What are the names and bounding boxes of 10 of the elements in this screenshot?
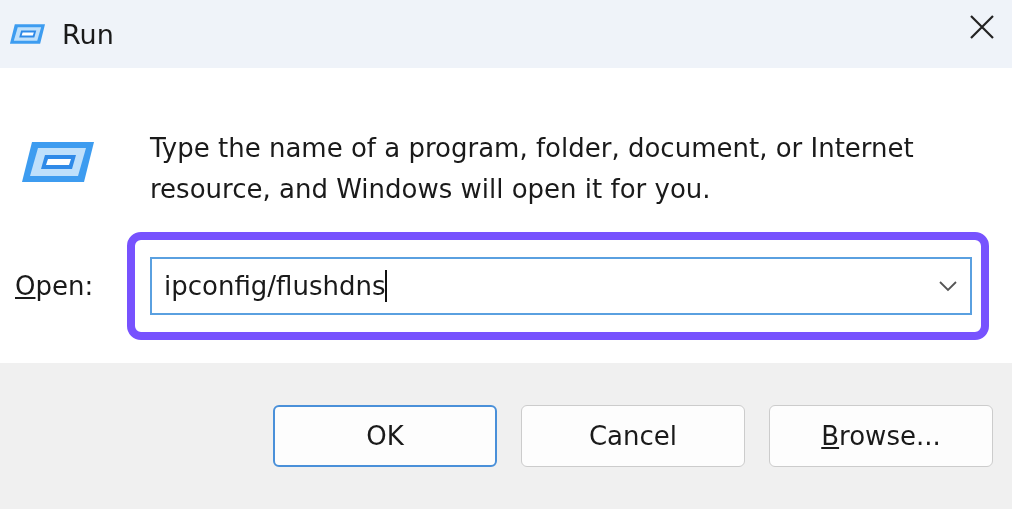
instruction-text: Type the name of a program, folder, document, or Internet resource, and Windows will open it for you. — [150, 132, 915, 206]
open-combo-box[interactable]: ipconfig/flushdns — [150, 257, 972, 315]
caret-icon[interactable] — [938, 280, 958, 292]
run-icon — [8, 23, 46, 45]
open-label: Open: — [15, 271, 95, 301]
dialog-button[interactable]: Browse... — [769, 405, 993, 467]
dialog-button[interactable]: OK — [273, 405, 497, 467]
dialog-button[interactable]: Cancel — [521, 405, 745, 467]
close-icon — [969, 14, 995, 40]
window-title: Run — [62, 18, 114, 50]
